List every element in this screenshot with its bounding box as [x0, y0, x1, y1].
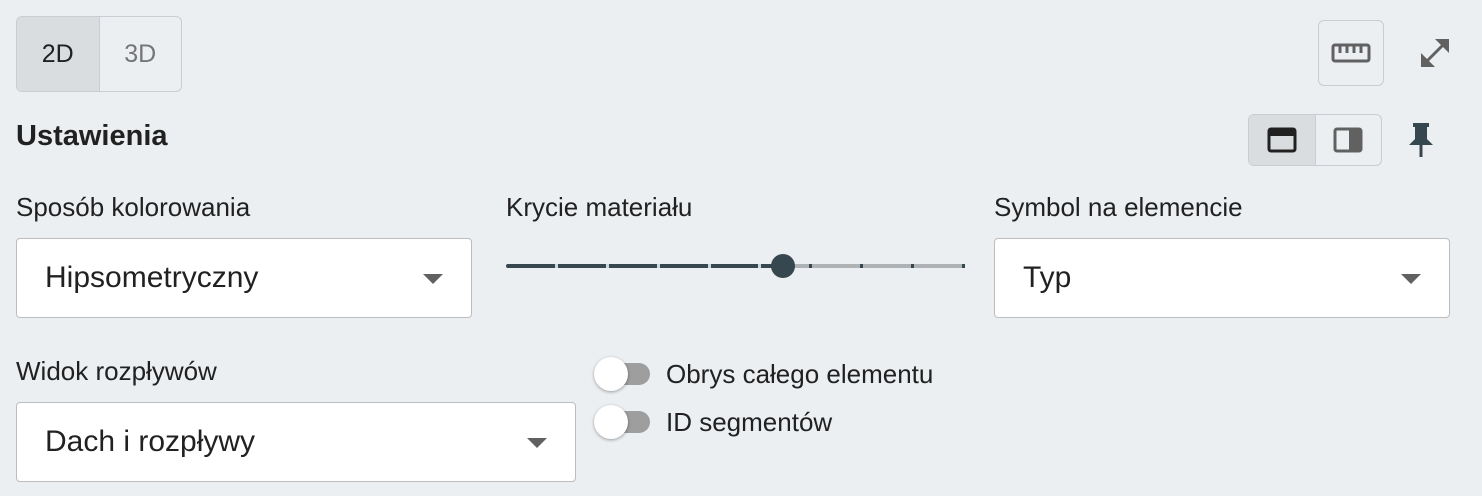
- view-3d-button[interactable]: 3D: [98, 17, 182, 91]
- slider-tick: [555, 264, 558, 268]
- slider-tick: [657, 264, 660, 268]
- slider-track-active: [506, 264, 783, 268]
- flow-view-select[interactable]: Dach i rozpływy: [16, 402, 576, 482]
- expand-icon: [1421, 39, 1449, 67]
- segment-id-toggle[interactable]: [594, 405, 654, 439]
- segment-id-toggle-label: ID segmentów: [666, 407, 833, 437]
- switch-knob: [594, 405, 628, 439]
- chevron-down-icon: [423, 274, 443, 284]
- layout-top-icon: [1267, 127, 1297, 153]
- symbol-label: Symbol na elemencie: [994, 192, 1243, 222]
- outline-toggle[interactable]: [594, 357, 654, 391]
- layout-side-icon: [1333, 127, 1363, 153]
- panel-layout-toggle: [1248, 114, 1382, 166]
- symbol-select[interactable]: Typ: [994, 238, 1450, 318]
- layout-side-button[interactable]: [1314, 115, 1382, 165]
- outline-toggle-label: Obrys całego elementu: [666, 359, 934, 389]
- symbol-value: Typ: [1023, 261, 1072, 294]
- chevron-down-icon: [1401, 274, 1421, 284]
- pin-icon: [1409, 123, 1433, 157]
- slider-tick: [860, 264, 863, 268]
- slider-tick: [962, 264, 965, 268]
- flow-view-label: Widok rozpływów: [16, 356, 217, 386]
- opacity-slider[interactable]: [506, 248, 965, 284]
- measure-button[interactable]: [1318, 20, 1384, 86]
- coloring-select[interactable]: Hipsometryczny: [16, 238, 472, 318]
- slider-tick: [809, 264, 812, 268]
- slider-tick: [708, 264, 711, 268]
- layout-top-button[interactable]: [1249, 115, 1315, 165]
- settings-title: Ustawienia: [16, 120, 168, 152]
- ruler-icon: [1331, 43, 1371, 63]
- flow-view-value: Dach i rozpływy: [45, 425, 256, 458]
- opacity-label: Krycie materiału: [506, 192, 693, 222]
- coloring-value: Hipsometryczny: [45, 261, 259, 294]
- slider-tick: [911, 264, 914, 268]
- fullscreen-button[interactable]: [1408, 26, 1462, 80]
- switch-knob: [594, 357, 628, 391]
- slider-tick: [606, 264, 609, 268]
- slider-thumb[interactable]: [771, 254, 795, 278]
- pin-button[interactable]: [1398, 116, 1444, 164]
- view-2d-button[interactable]: 2D: [17, 17, 99, 91]
- view-mode-toggle: 2D 3D: [16, 16, 182, 92]
- slider-tick: [758, 264, 761, 268]
- coloring-label: Sposób kolorowania: [16, 192, 251, 222]
- chevron-down-icon: [527, 438, 547, 448]
